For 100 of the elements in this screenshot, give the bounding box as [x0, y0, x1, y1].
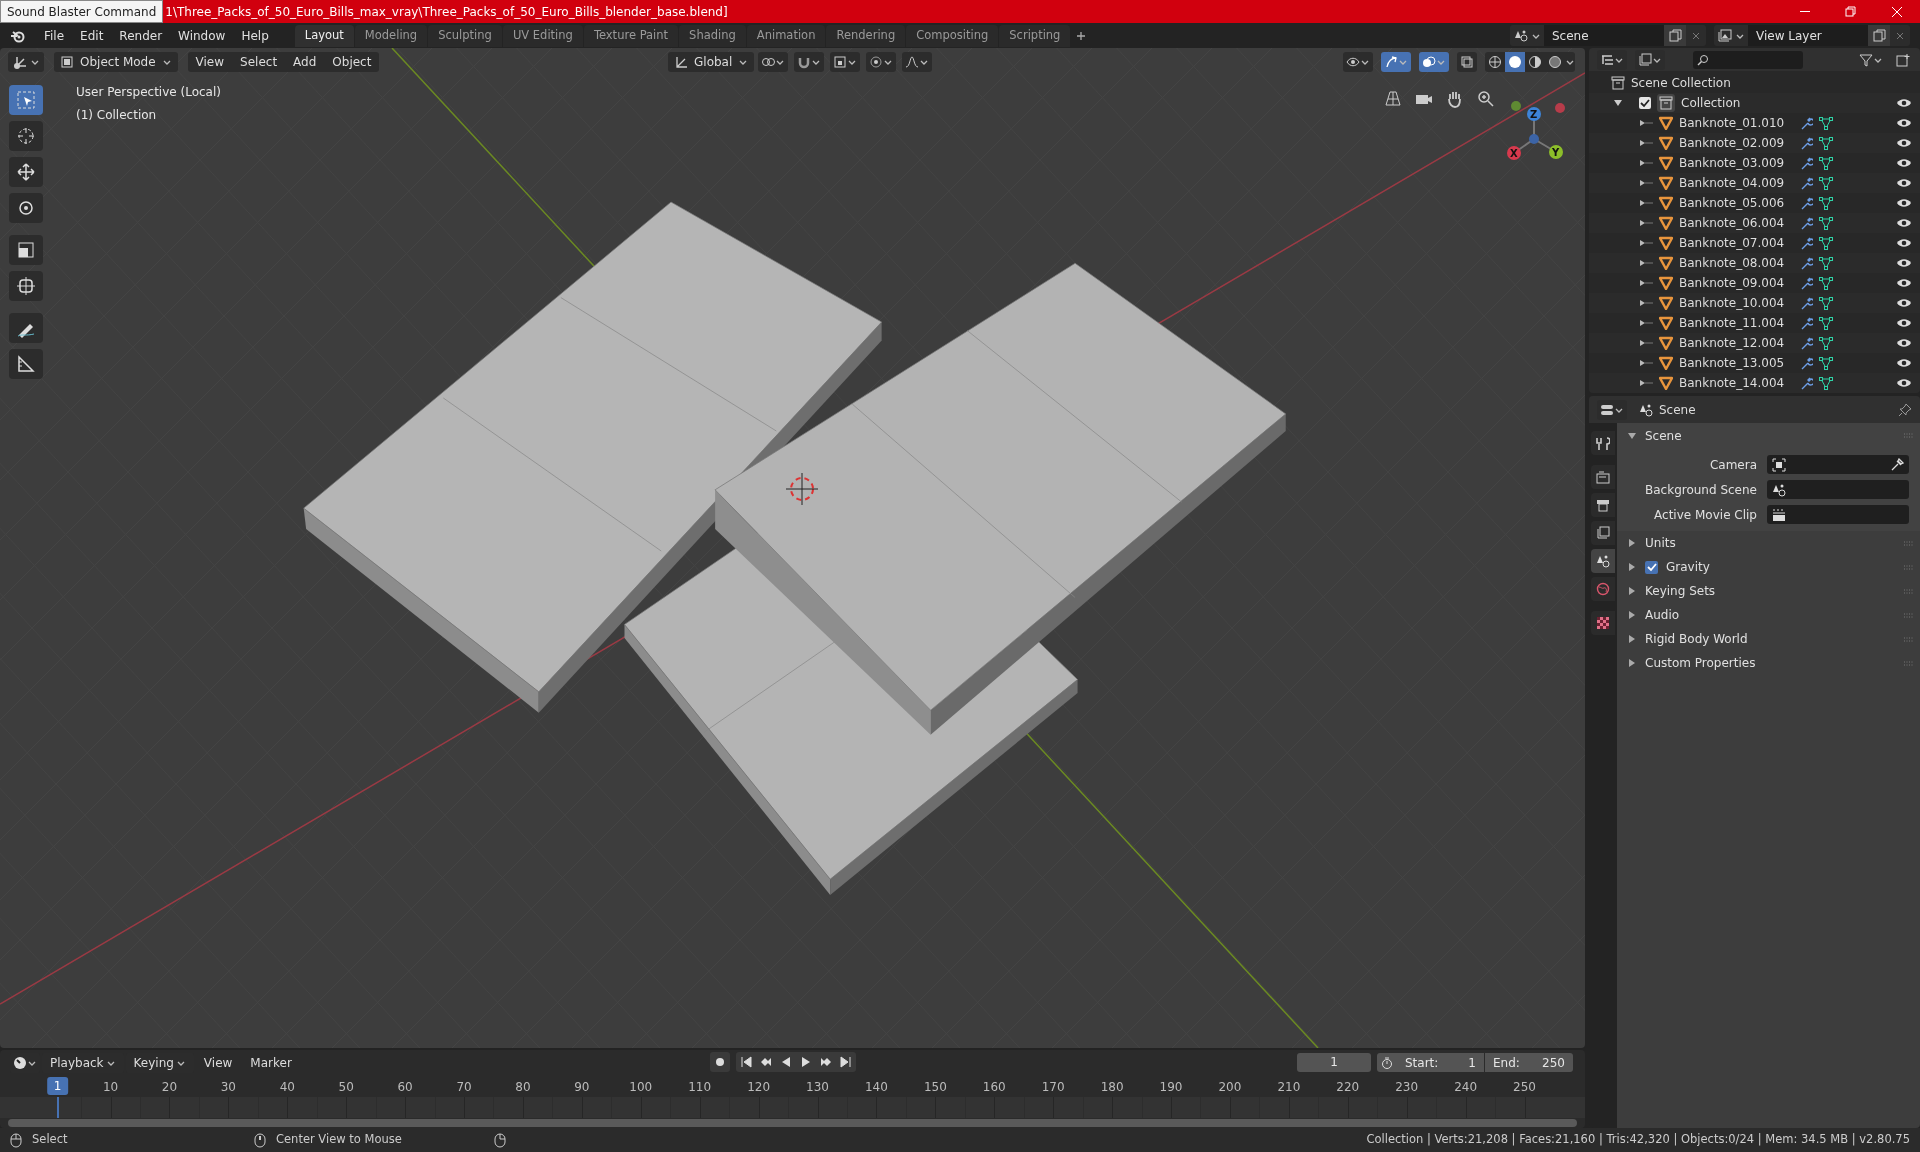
view-layer-type-button[interactable] [1714, 25, 1748, 46]
wrench-icon[interactable] [1799, 356, 1813, 370]
wrench-icon[interactable] [1799, 276, 1813, 290]
output-tab[interactable] [1591, 493, 1615, 517]
timeline-menu[interactable]: View [195, 1052, 241, 1073]
mesh-data-icon[interactable] [1819, 296, 1833, 310]
expand-arrow-icon[interactable] [1627, 586, 1637, 596]
pin-button[interactable] [1898, 402, 1912, 417]
eye-icon[interactable] [1896, 176, 1912, 190]
outliner-item[interactable]: Banknote_12.004 [1679, 334, 1793, 352]
workspace-tab[interactable]: Compositing [906, 24, 999, 47]
outliner-item[interactable]: Scene Collection [1631, 74, 1731, 92]
magnet-button[interactable] [794, 52, 824, 72]
wrench-icon[interactable] [1799, 176, 1813, 190]
visibility-button[interactable] [1343, 52, 1373, 72]
menu-item[interactable]: Window [170, 24, 234, 47]
outliner-item[interactable]: Banknote_07.004 [1679, 234, 1793, 252]
remove-scene-button[interactable] [1686, 25, 1706, 46]
workspace-tab[interactable]: Modeling [354, 24, 428, 47]
wrench-icon[interactable] [1799, 256, 1813, 270]
camera-field[interactable] [1767, 455, 1909, 474]
tool-tab[interactable] [1591, 431, 1615, 455]
expand-arrow-icon[interactable] [1639, 279, 1653, 287]
panel-header[interactable]: Audio [1645, 606, 1680, 624]
eye-icon[interactable] [1896, 336, 1912, 350]
mesh-data-icon[interactable] [1819, 216, 1833, 230]
overlay-button[interactable] [1419, 52, 1449, 72]
expand-arrow-icon[interactable] [1627, 658, 1637, 668]
measure-tool-button[interactable] [9, 349, 43, 379]
start-frame-field[interactable]: Start: 1 [1397, 1053, 1485, 1072]
remove-view-layer-button[interactable] [1890, 25, 1910, 46]
drag-handle-icon[interactable] [1904, 636, 1914, 642]
falloff-curve-button[interactable] [902, 52, 932, 72]
eye-icon[interactable] [1896, 96, 1912, 110]
eyedropper-icon[interactable] [1890, 457, 1904, 472]
viewport-menu[interactable]: View [187, 52, 233, 72]
workspace-tab[interactable]: Shading [679, 24, 746, 47]
workspace-tab[interactable]: Sculpting [428, 24, 502, 47]
expand-arrow-icon[interactable] [1639, 179, 1653, 187]
mesh-data-icon[interactable] [1819, 116, 1833, 130]
end-frame-field[interactable]: End: 250 [1485, 1053, 1573, 1072]
drag-handle-icon[interactable] [1904, 433, 1914, 438]
expand-arrow-icon[interactable] [1639, 299, 1653, 307]
eye-icon[interactable] [1896, 136, 1912, 150]
viewport-menu[interactable]: Select [232, 52, 286, 72]
expand-arrow-icon[interactable] [1639, 239, 1653, 247]
panel-header[interactable]: Scene [1645, 426, 1682, 445]
orientation-dropdown[interactable]: Global [668, 52, 755, 72]
wrench-icon[interactable] [1799, 316, 1813, 330]
timeline-menu[interactable]: Marker [242, 1052, 300, 1073]
viewport-menu[interactable]: Object [324, 52, 380, 72]
clip-field[interactable] [1767, 505, 1909, 524]
wrench-icon[interactable] [1799, 376, 1813, 390]
scene-type-button[interactable] [1510, 25, 1544, 46]
outliner-item[interactable]: Banknote_11.004 [1679, 314, 1793, 332]
mesh-data-icon[interactable] [1819, 236, 1833, 250]
menu-item[interactable]: Help [233, 24, 277, 47]
expand-arrow-icon[interactable] [1639, 199, 1653, 207]
checkbox[interactable] [1639, 97, 1651, 109]
editor-type-button[interactable] [1597, 399, 1627, 420]
mesh-data-icon[interactable] [1819, 196, 1833, 210]
wrench-icon[interactable] [1799, 136, 1813, 150]
workspace-tab[interactable]: UV Editing [502, 24, 583, 47]
eye-icon[interactable] [1896, 156, 1912, 170]
scale-tool-button[interactable] [9, 235, 43, 265]
wrench-icon[interactable] [1799, 196, 1813, 210]
drag-handle-icon[interactable] [1904, 540, 1914, 546]
editor-type-button[interactable] [1597, 49, 1627, 70]
expand-arrow-icon[interactable] [1639, 159, 1653, 167]
scene-field[interactable]: Scene [1544, 25, 1664, 46]
eye-icon[interactable] [1896, 376, 1912, 390]
outliner-item[interactable]: Collection [1681, 94, 1741, 112]
viewport-menu[interactable]: Add [285, 52, 325, 72]
outliner-item[interactable]: Banknote_01.010 [1679, 114, 1793, 132]
expand-arrow-icon[interactable] [1627, 538, 1637, 548]
mesh-data-icon[interactable] [1819, 356, 1833, 370]
workspace-tab[interactable]: Scripting [999, 24, 1071, 47]
expand-arrow-icon[interactable] [1639, 119, 1653, 127]
mesh-data-icon[interactable] [1819, 316, 1833, 330]
texture-tab[interactable] [1591, 611, 1615, 635]
expand-arrow-icon[interactable] [1627, 610, 1637, 620]
wrench-icon[interactable] [1799, 156, 1813, 170]
display-mode-button[interactable] [1635, 49, 1665, 70]
menu-item[interactable]: File [36, 24, 73, 47]
workspace-tab[interactable]: Layout [294, 24, 354, 47]
outliner-item[interactable]: Banknote_08.004 [1679, 254, 1793, 272]
scene-tab[interactable] [1591, 549, 1615, 573]
eye-icon[interactable] [1896, 196, 1912, 210]
expand-arrow-icon[interactable] [1639, 259, 1653, 267]
record-button[interactable] [710, 1052, 730, 1072]
scene-field[interactable] [1767, 480, 1909, 499]
object-mode-dropdown[interactable]: Object Mode [54, 52, 178, 72]
panel-header[interactable]: Rigid Body World [1645, 630, 1748, 648]
eye-icon[interactable] [1896, 276, 1912, 290]
xray-button[interactable] [1457, 52, 1477, 72]
move-tool-button[interactable] [9, 157, 43, 187]
current-frame-field[interactable]: 1 [1297, 1053, 1371, 1072]
drag-handle-icon[interactable] [1904, 588, 1914, 594]
select-tool-button[interactable] [9, 85, 43, 115]
panel-header[interactable]: Keying Sets [1645, 582, 1716, 600]
